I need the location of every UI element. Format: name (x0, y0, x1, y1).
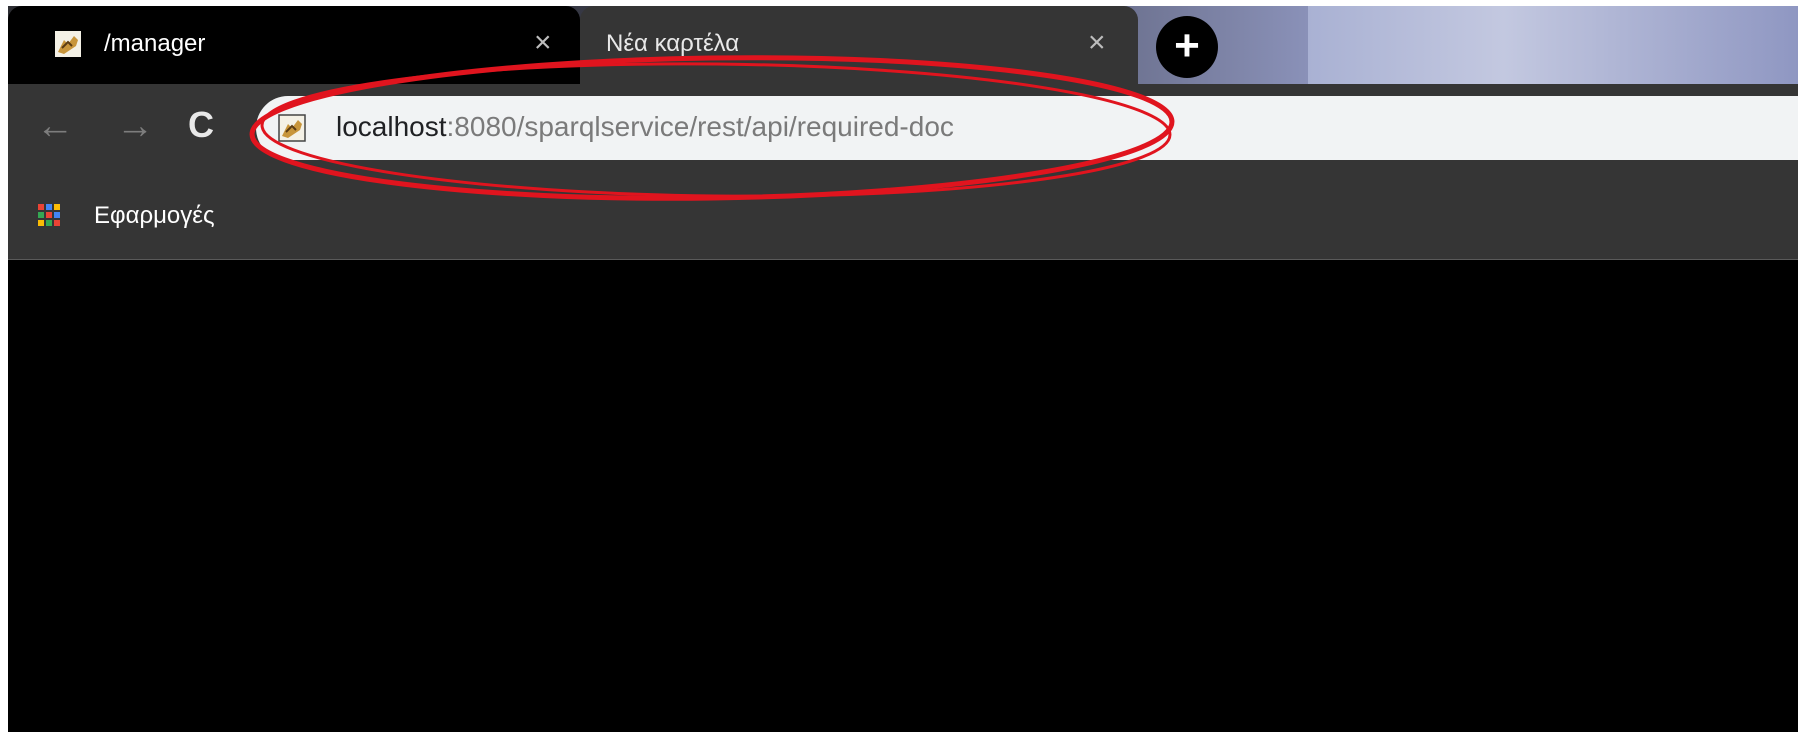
apps-grid-square (38, 220, 44, 226)
url-text[interactable]: localhost:8080/sparqlservice/rest/api/re… (336, 111, 954, 143)
apps-grid-square (54, 212, 60, 218)
tab-strip: /manager × Νέα καρτέλα × + (8, 6, 1308, 84)
reload-icon[interactable]: C (188, 105, 214, 145)
url-path: :8080/sparqlservice/rest/api/required-do… (446, 111, 954, 142)
close-icon[interactable]: × (1088, 28, 1106, 58)
tomcat-icon (55, 31, 81, 57)
url-host: localhost (336, 111, 447, 142)
close-icon[interactable]: × (534, 28, 552, 58)
new-tab-button[interactable]: + (1156, 16, 1218, 78)
page-content (8, 261, 1798, 732)
bookmarks-bar: Εφαρμογές (8, 172, 1798, 260)
apps-grid-square (38, 204, 44, 210)
address-bar[interactable]: localhost:8080/sparqlservice/rest/api/re… (256, 96, 1798, 160)
tab-title: /manager (104, 30, 206, 57)
apps-grid-square (54, 204, 60, 210)
bookmark-apps[interactable]: Εφαρμογές (94, 202, 215, 230)
desktop-wallpaper (1308, 6, 1798, 84)
apps-grid-square (46, 212, 52, 218)
browser-window: /manager × Νέα καρτέλα × + ← → C localho… (8, 6, 1798, 732)
back-arrow-icon[interactable]: ← (36, 106, 74, 146)
browser-toolbar: ← → C localhost:8080/sparqlservice/rest/… (8, 84, 1798, 172)
apps-grid-square (46, 204, 52, 210)
tab-title: Νέα καρτέλα (606, 30, 740, 57)
apps-grid-square (54, 220, 60, 226)
forward-arrow-icon[interactable]: → (116, 106, 154, 146)
apps-grid-square (46, 220, 52, 226)
tab-manager[interactable]: /manager × (8, 6, 580, 84)
apps-grid-square (38, 212, 44, 218)
tab-new-tab[interactable]: Νέα καρτέλα × (580, 6, 1138, 84)
apps-grid-icon[interactable] (38, 204, 60, 226)
tomcat-icon (278, 114, 306, 142)
